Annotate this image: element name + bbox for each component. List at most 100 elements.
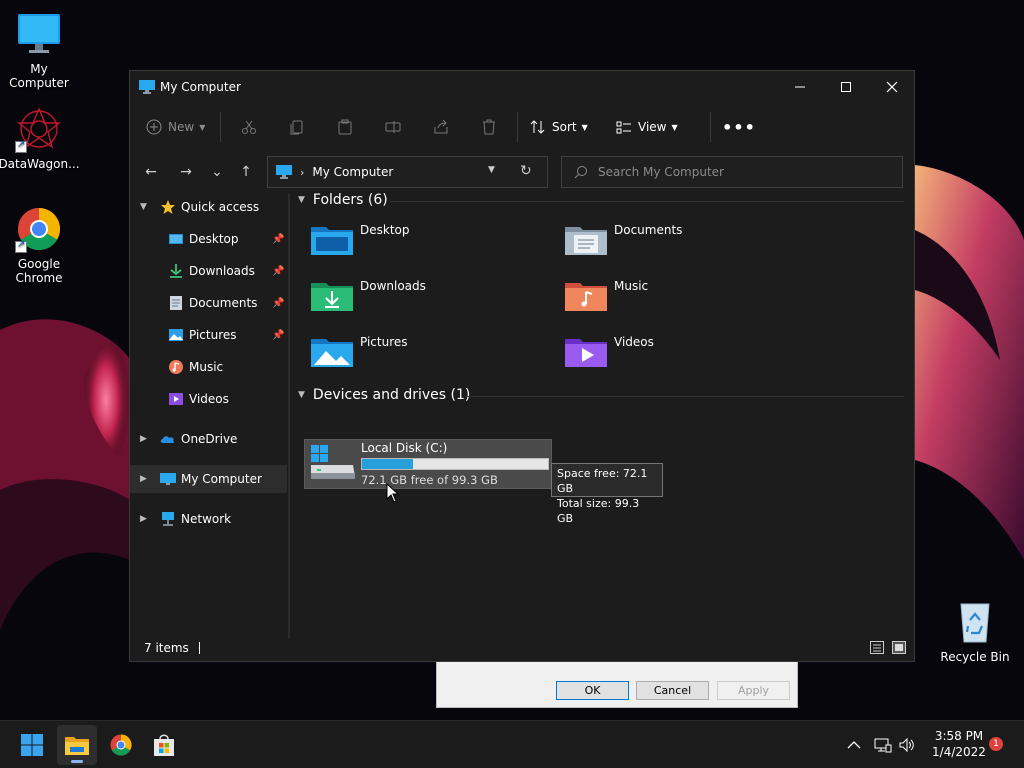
taskbar-file-explorer[interactable] xyxy=(57,725,97,765)
folder-label: Pictures xyxy=(360,335,408,349)
pin-icon: 📌 xyxy=(272,297,285,309)
new-button[interactable]: New ▼ xyxy=(146,111,216,143)
folder-pictures[interactable]: Pictures xyxy=(310,333,550,379)
show-hidden-icons-button[interactable] xyxy=(847,721,861,768)
pin-icon: 📌 xyxy=(272,265,285,277)
network-icon xyxy=(162,512,174,526)
folder-music[interactable]: Music xyxy=(564,277,804,323)
main-area: ▼ Quick access Desktop 📌 Downloads 📌 Doc… xyxy=(130,192,914,639)
folder-documents[interactable]: Documents xyxy=(564,221,804,267)
paste-button[interactable] xyxy=(321,111,369,143)
folder-downloads[interactable]: Downloads xyxy=(310,277,550,323)
status-separator xyxy=(198,642,200,654)
close-button[interactable] xyxy=(869,71,915,103)
chevron-right-icon[interactable]: ▶ xyxy=(140,434,147,444)
navigation-pane: ▼ Quick access Desktop 📌 Downloads 📌 Doc… xyxy=(130,193,290,639)
chevron-up-icon xyxy=(847,741,861,749)
view-button[interactable]: View ▼ xyxy=(616,111,706,143)
drives-group-header[interactable]: ▼ Devices and drives (1) xyxy=(298,384,470,406)
taskbar-store[interactable] xyxy=(144,725,184,765)
sidebar-item-label: Music xyxy=(189,360,224,374)
desktop-icon-my-computer[interactable]: My Computer xyxy=(0,10,78,90)
volume-button[interactable] xyxy=(899,721,915,768)
cut-button[interactable] xyxy=(225,111,273,143)
ok-button[interactable]: OK xyxy=(556,681,629,700)
recent-locations-button[interactable]: ⌄ xyxy=(204,159,230,185)
details-view-button[interactable] xyxy=(870,641,884,654)
sidebar-item-downloads[interactable]: Downloads 📌 xyxy=(130,257,287,285)
cancel-button[interactable]: Cancel xyxy=(636,681,709,700)
delete-button[interactable] xyxy=(465,111,513,143)
file-list: ▼ Folders (6) Desktop Documents Download… xyxy=(290,192,914,639)
address-bar[interactable]: › My Computer ▼ ↻ xyxy=(267,156,548,188)
sidebar-item-pictures[interactable]: Pictures 📌 xyxy=(130,321,287,349)
chevron-down-icon[interactable]: ▼ xyxy=(140,202,147,212)
status-bar: 7 items xyxy=(130,635,914,661)
folders-group-header[interactable]: ▼ Folders (6) xyxy=(298,189,388,211)
video-icon xyxy=(169,393,183,405)
chevron-down-icon[interactable]: ▼ xyxy=(488,165,495,175)
sidebar-item-onedrive[interactable]: ▶ OneDrive xyxy=(130,425,287,453)
datawagon-icon xyxy=(15,105,63,153)
chevron-right-icon[interactable]: ▶ xyxy=(140,514,147,524)
breadcrumb[interactable]: My Computer xyxy=(312,165,393,179)
tiles-view-button[interactable] xyxy=(892,641,906,654)
background-dialog: OK Cancel Apply xyxy=(436,661,798,708)
sidebar-item-network[interactable]: ▶ Network xyxy=(130,505,287,533)
breadcrumb-separator-icon: › xyxy=(300,165,305,179)
sidebar-item-my-computer[interactable]: ▶ My Computer xyxy=(130,465,287,493)
drive-name: Local Disk (C:) xyxy=(361,441,448,455)
hard-drive-icon xyxy=(311,445,355,479)
forward-button[interactable]: → xyxy=(173,159,199,185)
sidebar-item-label: Quick access xyxy=(181,200,260,214)
up-button[interactable]: ↑ xyxy=(233,159,259,185)
window-title: My Computer xyxy=(160,80,241,94)
back-button[interactable]: ← xyxy=(138,159,164,185)
pin-icon: 📌 xyxy=(272,329,285,341)
title-bar[interactable]: My Computer xyxy=(130,71,914,103)
close-icon xyxy=(886,81,898,93)
delete-icon xyxy=(483,119,495,135)
details-view-icon xyxy=(873,644,881,652)
sidebar-item-videos[interactable]: Videos xyxy=(130,385,287,413)
chevron-down-icon: ▼ xyxy=(581,122,588,132)
folder-desktop[interactable]: Desktop xyxy=(310,221,550,267)
cloud-icon xyxy=(160,436,175,443)
notification-badge[interactable]: 1 xyxy=(989,737,1003,751)
folder-videos[interactable]: Videos xyxy=(564,333,804,379)
sort-button[interactable]: Sort ▼ xyxy=(530,111,610,143)
drive-usage-fill xyxy=(362,459,413,469)
apply-button: Apply xyxy=(717,681,790,700)
taskbar-chrome[interactable] xyxy=(101,725,141,765)
more-icon: ••• xyxy=(722,117,756,137)
drive-local-disk-c[interactable]: Local Disk (C:) 72.1 GB free of 99.3 GB xyxy=(304,439,552,489)
copy-button[interactable] xyxy=(273,111,321,143)
network-icon xyxy=(874,738,892,753)
start-button[interactable] xyxy=(12,725,52,765)
search-input[interactable] xyxy=(598,165,878,179)
sidebar-item-desktop[interactable]: Desktop 📌 xyxy=(130,225,287,253)
drive-tooltip: Space free: 72.1 GB Total size: 99.3 GB xyxy=(551,463,663,525)
minimize-button[interactable] xyxy=(777,71,823,103)
view-icon xyxy=(616,121,631,134)
desktop-icon-recycle-bin[interactable]: Recycle Bin xyxy=(936,598,1014,664)
network-status-button[interactable] xyxy=(874,721,892,768)
desktop-icon-datawagon[interactable]: DataWagon... xyxy=(0,105,80,171)
sidebar-item-music[interactable]: Music xyxy=(130,353,287,381)
toolbar-separator xyxy=(220,112,221,142)
file-explorer-window: My Computer New ▼ Sort ▼ View ▼ ••• ← → … xyxy=(129,70,915,662)
maximize-button[interactable] xyxy=(823,71,869,103)
more-options-button[interactable]: ••• xyxy=(719,111,759,143)
search-box[interactable] xyxy=(561,156,903,188)
folder-label: Music xyxy=(614,279,649,293)
share-button[interactable] xyxy=(417,111,465,143)
rename-button[interactable] xyxy=(369,111,417,143)
chevron-right-icon[interactable]: ▶ xyxy=(140,474,147,484)
chevron-down-icon: ▼ xyxy=(199,122,206,132)
sidebar-item-documents[interactable]: Documents 📌 xyxy=(130,289,287,317)
desktop-icon-google-chrome[interactable]: Google Chrome xyxy=(0,205,78,285)
clock[interactable]: 3:58 PM 1/4/2022 xyxy=(928,728,990,760)
sidebar-item-quick-access[interactable]: ▼ Quick access xyxy=(130,193,287,221)
refresh-icon[interactable]: ↻ xyxy=(520,163,532,179)
music-icon xyxy=(169,360,183,374)
